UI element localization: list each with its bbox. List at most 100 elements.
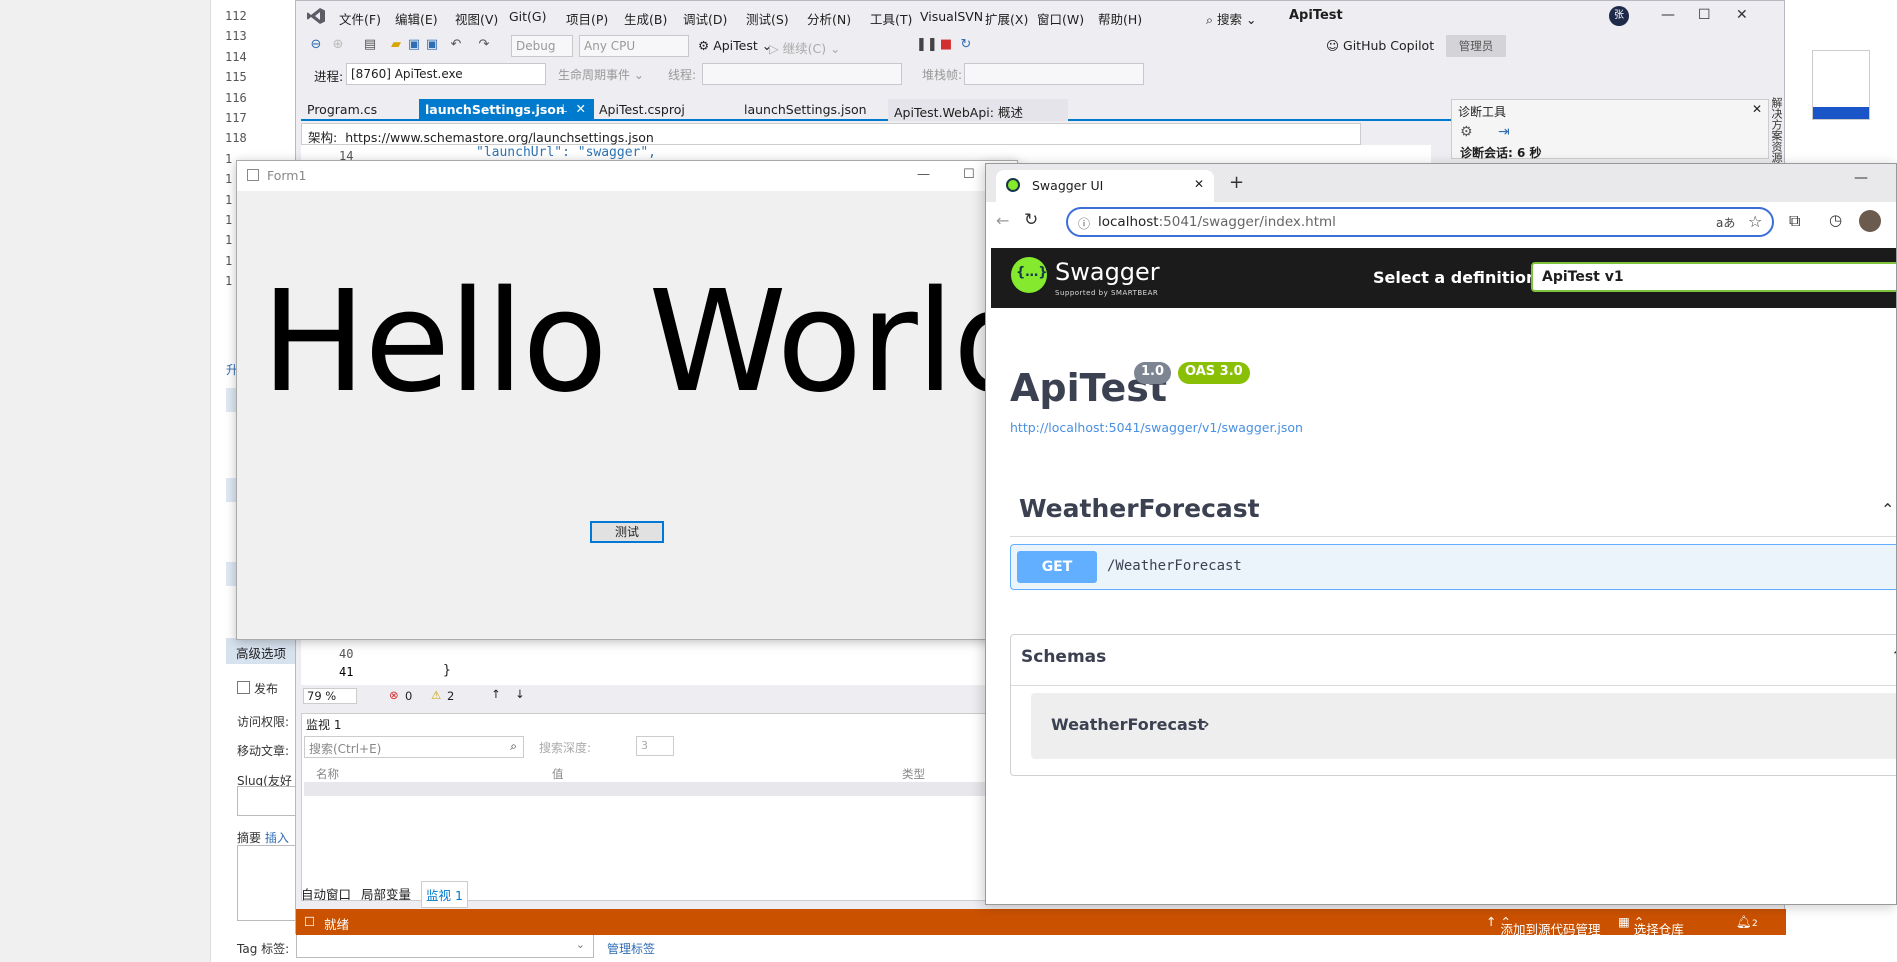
menu-item[interactable]: 扩展(X) <box>985 9 1028 28</box>
tag-input[interactable]: ⌄ <box>296 934 594 958</box>
tab-apitest-webapi-overview[interactable]: ApiTest.WebApi: 概述 <box>888 99 1068 121</box>
settings-icon[interactable]: ⚙ <box>1460 124 1473 140</box>
zoom-combo[interactable]: 79 % <box>303 688 358 704</box>
reload-icon[interactable]: ↻ <box>1024 210 1038 230</box>
new-project-icon[interactable]: ▤ <box>362 37 378 53</box>
select-repo-button[interactable]: ▦ 选择仓库 ⌃ <box>1618 914 1684 937</box>
test-button[interactable]: 测试 <box>590 521 664 543</box>
menu-item[interactable]: Git(G) <box>509 9 547 24</box>
minimize-icon[interactable]: — <box>1854 170 1868 186</box>
pause-icon[interactable]: ❚❚ <box>916 37 938 53</box>
history-icon[interactable]: ◷ <box>1829 211 1842 229</box>
back-arrow-icon[interactable]: ← <box>996 211 1009 230</box>
tab-launchsettings-json[interactable]: launchSettings.json <box>728 99 888 121</box>
schemas-title[interactable]: Schemas <box>1021 647 1106 667</box>
forward-icon[interactable]: ⊕ <box>330 37 346 53</box>
tab-apitest-csproj[interactable]: ApiTest.csproj <box>593 99 728 121</box>
collapse-arrow-icon[interactable]: ⌃ <box>1891 647 1896 665</box>
continue-button[interactable]: ▷ 继续(C) ⌄ <box>769 38 841 57</box>
advanced-options-header[interactable]: 高级选项 <box>226 638 296 664</box>
tab-locals[interactable]: 局部变量 <box>361 884 411 903</box>
menu-item[interactable]: 视图(V) <box>455 9 498 28</box>
operation-get-weatherforecast[interactable]: GET /WeatherForecast <box>1010 544 1896 590</box>
export-icon[interactable]: ⇥ <box>1498 124 1510 140</box>
github-copilot-button[interactable]: ☺ GitHub Copilot <box>1326 38 1434 53</box>
extensions-icon[interactable]: ⧉ <box>1789 211 1800 231</box>
stop-icon[interactable]: ■ <box>938 37 954 53</box>
menu-item[interactable]: VisualSVN <box>920 9 983 24</box>
model-weatherforecast[interactable]: WeatherForecast › <box>1031 693 1896 759</box>
tag-weatherforecast[interactable]: WeatherForecast <box>1019 494 1260 523</box>
maximize-icon[interactable]: ☐ <box>1698 7 1711 23</box>
maximize-icon[interactable]: ☐ <box>963 167 975 182</box>
pin-icon[interactable]: ⊥ <box>558 102 568 115</box>
redo-icon[interactable]: ↷ <box>476 37 492 53</box>
solution-explorer-tab[interactable]: 解决方案资源 <box>1762 97 1784 167</box>
warning-count[interactable]: 2 <box>447 689 454 703</box>
menu-item[interactable]: 测试(S) <box>746 9 789 28</box>
tab-program-cs[interactable]: Program.cs <box>301 99 419 121</box>
swagger-brand[interactable]: Swagger <box>1055 258 1160 286</box>
profile-avatar[interactable] <box>1859 210 1881 232</box>
menu-item[interactable]: 窗口(W) <box>1037 9 1084 28</box>
line-number: 117 <box>225 111 247 126</box>
favorite-star-icon[interactable]: ☆ <box>1748 212 1762 231</box>
configuration-combo[interactable]: Debug <box>511 35 573 57</box>
schema-url[interactable]: https://www.schemastore.org/launchsettin… <box>345 130 654 145</box>
publish-checkbox[interactable] <box>237 681 250 694</box>
arrow-up-icon[interactable]: ↑ <box>491 687 501 701</box>
restart-icon[interactable]: ↻ <box>958 37 974 53</box>
spec-url-link[interactable]: http://localhost:5041/swagger/v1/swagger… <box>1010 420 1303 435</box>
thread-combo[interactable] <box>702 63 902 85</box>
user-avatar[interactable]: 张 <box>1609 6 1629 26</box>
minimize-icon[interactable]: — <box>1661 7 1675 23</box>
save-icon[interactable]: ▣ <box>406 37 422 53</box>
info-icon[interactable]: ⓘ <box>1078 215 1090 232</box>
menu-item[interactable]: 工具(T) <box>870 9 912 28</box>
back-icon[interactable]: ⊖ <box>308 37 324 53</box>
watch-title: 监视 1 <box>306 718 342 732</box>
undo-icon[interactable]: ↶ <box>448 37 464 53</box>
slug-input[interactable] <box>237 786 297 816</box>
search-depth-combo[interactable]: 3 <box>636 736 674 756</box>
tab-launchsettings-json-active[interactable]: launchSettings.json ⊥ ✕ <box>419 99 594 121</box>
startup-project-button[interactable]: ⚙ ApiTest ⌄ <box>698 38 772 53</box>
summary-textarea[interactable] <box>237 845 297 921</box>
arrow-down-icon[interactable]: ↓ <box>515 687 525 701</box>
close-icon[interactable]: ✕ <box>1736 7 1748 23</box>
stack-frame-combo[interactable] <box>964 63 1144 85</box>
close-tab-icon[interactable]: ✕ <box>576 101 586 116</box>
new-tab-icon[interactable]: + <box>1229 172 1244 193</box>
address-bar[interactable]: ⓘ localhost:5041/swagger/index.html aあ ☆ <box>1066 207 1774 237</box>
open-folder-icon[interactable]: ▰ <box>388 37 404 53</box>
error-count[interactable]: 0 <box>405 689 412 703</box>
close-icon[interactable]: ✕ <box>1752 102 1762 116</box>
menu-item[interactable]: 生成(B) <box>624 9 667 28</box>
menu-item[interactable]: 编辑(E) <box>395 9 438 28</box>
menu-item[interactable]: 帮助(H) <box>1098 9 1142 28</box>
diag-session: 诊断会话: 6 秒 <box>1460 146 1542 160</box>
definition-select[interactable]: ApiTest v1 <box>1531 262 1896 292</box>
bell-icon[interactable]: 🔔︎ <box>1736 914 1752 930</box>
menu-item[interactable]: 文件(F) <box>339 9 381 28</box>
summary-insert-link[interactable]: 插入 <box>265 831 289 845</box>
close-tab-icon[interactable]: ✕ <box>1194 177 1204 191</box>
tab-label: launchSettings.json <box>425 102 565 117</box>
process-combo[interactable]: [8760] ApiTest.exe <box>346 63 546 85</box>
watch-search-input[interactable]: 搜索(Ctrl+E) ⌕ <box>304 736 524 758</box>
search-menu[interactable]: ⌕ 搜索 ⌄ <box>1206 9 1256 28</box>
tab-autos[interactable]: 自动窗口 <box>301 884 351 903</box>
collapse-arrow-icon[interactable]: ⌃ <box>1881 500 1894 519</box>
read-aloud-icon[interactable]: aあ <box>1716 214 1735 231</box>
tab-watch-1[interactable]: 监视 1 <box>421 881 468 908</box>
platform-combo[interactable]: Any CPU <box>579 35 689 57</box>
source-control-button[interactable]: ↑ 添加到源代码管理 ⌃ <box>1486 914 1600 937</box>
menu-item[interactable]: 项目(P) <box>566 9 608 28</box>
manage-tags-link[interactable]: 管理标签 <box>607 940 655 957</box>
minimize-icon[interactable]: — <box>917 167 930 182</box>
browser-tab-swagger[interactable]: Swagger UI ✕ <box>996 170 1214 202</box>
menu-item[interactable]: 分析(N) <box>807 9 851 28</box>
menu-item[interactable]: 调试(D) <box>683 9 727 28</box>
lifecycle-events-button[interactable]: 生命周期事件 ⌄ <box>558 66 644 83</box>
save-all-icon[interactable]: ▣ <box>424 37 440 53</box>
